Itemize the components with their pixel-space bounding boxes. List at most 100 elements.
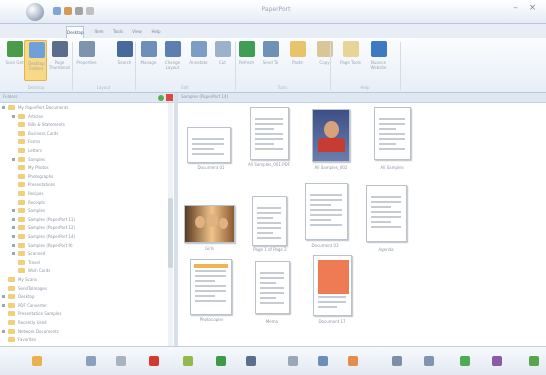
- more-icon[interactable]: [529, 356, 539, 366]
- tree-item[interactable]: Travel: [0, 259, 166, 266]
- quick-undo-icon[interactable]: [75, 7, 83, 15]
- document-thumbnail[interactable]: [187, 127, 231, 163]
- minimize-button[interactable]: –: [509, 3, 522, 14]
- close-button[interactable]: ×: [526, 3, 539, 14]
- tree-expand-icon[interactable]: [2, 106, 5, 109]
- ribbon-button-scan[interactable]: Scan Get: [3, 40, 26, 81]
- tree-expand-icon[interactable]: [2, 329, 5, 333]
- image-icon[interactable]: [348, 356, 358, 366]
- ribbon-button-thumbnail[interactable]: Page Thumbnail: [48, 40, 71, 81]
- tree-item[interactable]: Recently Used: [0, 319, 166, 326]
- tree-item[interactable]: SendToImages: [0, 285, 166, 292]
- thumbnail-page: [250, 107, 289, 160]
- tree-item[interactable]: Network Documents: [0, 328, 166, 335]
- tree-item[interactable]: Samples (PaperPort 11): [0, 216, 166, 223]
- tree-expand-icon[interactable]: [12, 209, 15, 213]
- tree-expand-icon[interactable]: [12, 157, 15, 161]
- tree-item[interactable]: Receipts: [0, 199, 166, 206]
- ribbon-button-page-tools[interactable]: Page Tools: [339, 40, 362, 81]
- tab-help[interactable]: Help: [149, 26, 163, 38]
- ribbon-button-copy[interactable]: Copy: [313, 40, 336, 81]
- ocr-icon[interactable]: [288, 356, 298, 366]
- tree-expand-icon[interactable]: [2, 295, 5, 299]
- ribbon-button-paste[interactable]: Paste: [286, 40, 309, 81]
- tree-item[interactable]: Samples (PaperPort 14): [0, 233, 166, 240]
- tree-expand-icon[interactable]: [12, 114, 15, 118]
- folder-icon[interactable]: [32, 356, 42, 366]
- tree-item[interactable]: Samples (PaperPort 12): [0, 224, 166, 231]
- quick-scan-icon[interactable]: [64, 7, 72, 15]
- ribbon-button-refresh[interactable]: Refresh: [235, 40, 258, 81]
- tree-expand-icon[interactable]: [2, 303, 5, 307]
- tree-item[interactable]: PDF Converter: [0, 302, 166, 309]
- tree-expand-icon[interactable]: [12, 226, 15, 230]
- web-icon[interactable]: [460, 356, 470, 366]
- document-thumbnail[interactable]: [190, 259, 232, 315]
- ribbon-button-globe[interactable]: Nuance Website: [367, 40, 390, 81]
- scanner-icon[interactable]: [86, 356, 96, 366]
- ribbon-button-search[interactable]: Search: [113, 40, 136, 81]
- document-thumbnail[interactable]: [252, 196, 287, 246]
- quick-save-icon[interactable]: [53, 7, 61, 15]
- pen-icon[interactable]: [183, 356, 193, 366]
- text-line: [379, 123, 406, 125]
- email-icon[interactable]: [424, 356, 434, 366]
- tree-item[interactable]: Desktop: [0, 293, 166, 300]
- ribbon-button-layout[interactable]: Change Layout: [161, 40, 184, 81]
- tree-item[interactable]: Letters: [0, 147, 166, 154]
- document-thumbnail[interactable]: [305, 183, 348, 240]
- tree-item[interactable]: Samples: [0, 207, 166, 214]
- tab-tools[interactable]: Tools: [111, 26, 125, 38]
- document-thumbnail[interactable]: [366, 185, 407, 242]
- tree-item[interactable]: My Photos: [0, 164, 166, 171]
- tree-item[interactable]: Scanned: [0, 250, 166, 257]
- pdf-icon[interactable]: [149, 356, 159, 366]
- folder-tree-scroll-thumb[interactable]: [168, 198, 173, 268]
- folder-icon: [8, 277, 15, 282]
- document-thumbnail[interactable]: [312, 109, 350, 162]
- ribbon-button-folder-view[interactable]: Desktop Folders: [24, 40, 47, 81]
- fax-icon[interactable]: [392, 356, 402, 366]
- tree-expand-icon[interactable]: [12, 217, 15, 221]
- tree-item[interactable]: Articles: [0, 113, 166, 120]
- excel-icon[interactable]: [216, 356, 226, 366]
- pane-pin-icon[interactable]: [158, 95, 164, 101]
- tree-item[interactable]: Forms: [0, 138, 166, 145]
- tree-item[interactable]: Presentations: [0, 181, 166, 188]
- tree-item[interactable]: My Scans: [0, 276, 166, 283]
- document-thumbnail[interactable]: [250, 107, 289, 160]
- tree-item[interactable]: Samples (PaperPort 9): [0, 242, 166, 249]
- printer-icon[interactable]: [116, 356, 126, 366]
- ribbon-group-label: Edit: [181, 85, 189, 90]
- tree-item[interactable]: Samples: [0, 156, 166, 163]
- quick-access-menu-icon[interactable]: [86, 7, 94, 15]
- tree-item[interactable]: Bills & Statements: [0, 121, 166, 128]
- share-icon[interactable]: [492, 356, 502, 366]
- tree-expand-icon[interactable]: [12, 243, 15, 247]
- tree-item[interactable]: Recipes: [0, 190, 166, 197]
- tree-item[interactable]: Favorites: [0, 336, 166, 343]
- pane-close-icon[interactable]: [166, 94, 173, 101]
- tree-item[interactable]: My PaperPort Documents: [0, 104, 166, 111]
- document-thumbnail[interactable]: [255, 261, 290, 314]
- tree-item[interactable]: Wish Cards: [0, 267, 166, 274]
- tree-expand-icon[interactable]: [12, 235, 15, 238]
- ribbon-button-manage[interactable]: Manage: [137, 40, 160, 81]
- document-thumbnail[interactable]: [374, 107, 411, 160]
- document-thumbnail[interactable]: [313, 255, 352, 316]
- ribbon-button-cut[interactable]: Cut: [211, 40, 234, 81]
- word-icon[interactable]: [318, 356, 328, 366]
- ribbon-button-send-to[interactable]: Send To: [259, 40, 282, 81]
- tab-item[interactable]: Item: [92, 26, 106, 38]
- app-menu-button[interactable]: [26, 3, 44, 21]
- text-icon[interactable]: [246, 356, 256, 366]
- tab-view[interactable]: View: [130, 26, 144, 38]
- ribbon-button-annotate[interactable]: Annotate: [187, 40, 210, 81]
- tree-item[interactable]: Business Cards: [0, 130, 166, 137]
- ribbon-button-properties[interactable]: Properties: [75, 40, 98, 81]
- document-thumbnail[interactable]: [184, 205, 235, 243]
- tree-expand-icon[interactable]: [12, 252, 15, 256]
- tree-item[interactable]: Presentation Samples: [0, 310, 166, 317]
- tab-desktop[interactable]: Desktop: [66, 26, 84, 38]
- tree-item[interactable]: Photographs: [0, 173, 166, 180]
